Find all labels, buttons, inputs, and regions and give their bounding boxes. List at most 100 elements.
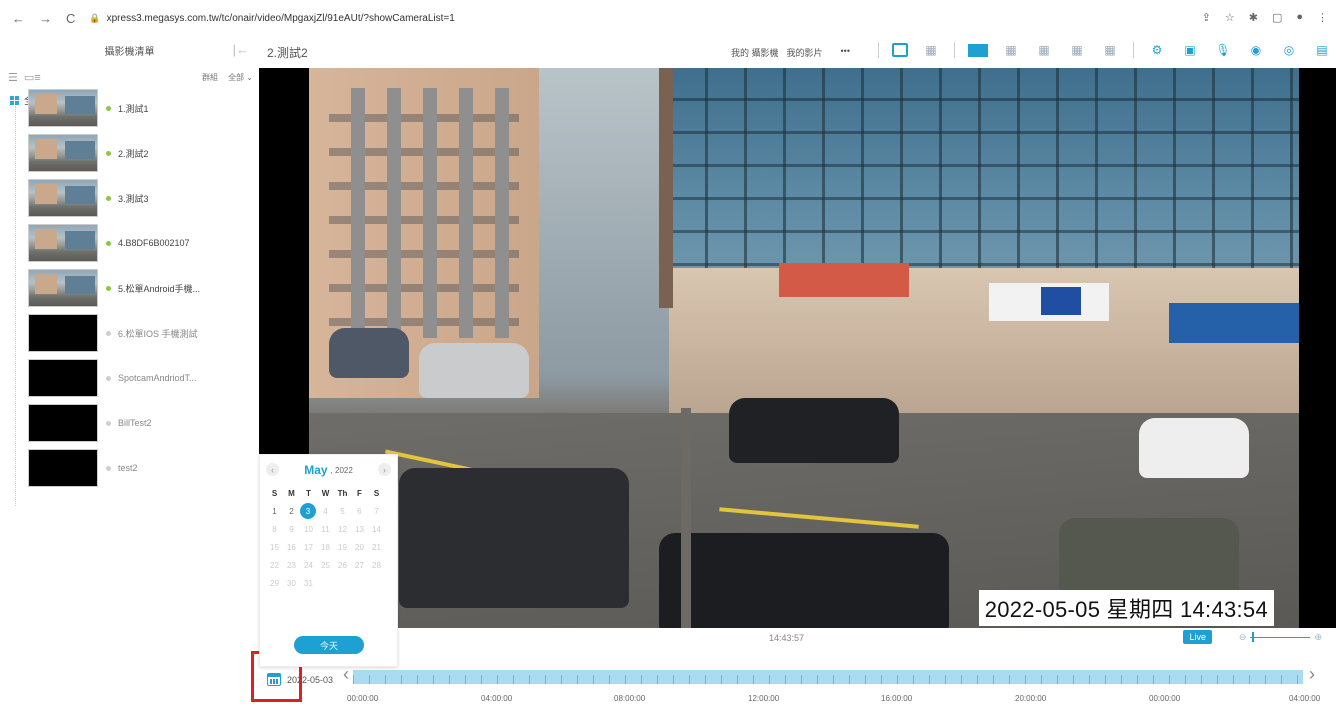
calendar-day[interactable]: 2	[283, 503, 300, 519]
my-cameras-link[interactable]: 我的 攝影機	[731, 46, 779, 59]
bookmark-star-icon[interactable]: ☆	[1225, 11, 1235, 24]
zoom-slider-knob[interactable]	[1252, 632, 1255, 642]
viewer-toolbar: 2.測試2 我的 攝影機 我的影片 ••• ▦ ▦ ▦ ▦ ▦ ⚙ ▣ 🎙 ◉ …	[259, 36, 1336, 68]
date-picker: ‹ May , 2022 › S M T W Th F S 1 2 3 4 5 6 7 8 9 10 11 12 13…	[259, 454, 398, 667]
menu-icon[interactable]: ⋮	[1317, 11, 1328, 24]
layout-2x2-icon[interactable]: ▦	[1001, 42, 1021, 58]
address-bar[interactable]: 🔒 xpress3.megasys.com.tw/tc/onair/video/…	[89, 13, 454, 24]
calendar-day: 6	[357, 506, 362, 516]
reload-icon[interactable]: C	[66, 11, 75, 26]
scene-storefront	[669, 268, 1299, 418]
live-button[interactable]: Live	[1183, 630, 1212, 644]
camera-name: 5.松單Android手機...	[118, 283, 201, 294]
weekday-label: Th	[337, 488, 348, 498]
list-item[interactable]: 3.測試3	[28, 178, 258, 218]
layout-4x3-icon[interactable]: ▦	[1067, 42, 1087, 58]
online-status-dot	[106, 240, 111, 246]
eye-icon[interactable]: ◎	[1279, 42, 1299, 58]
calendar-day: 4	[323, 506, 328, 516]
more-menu[interactable]: •••	[841, 46, 850, 59]
zoom-in-icon[interactable]: ⊕	[1314, 632, 1322, 643]
list-item[interactable]: 1.測試1	[28, 88, 258, 128]
film-icon[interactable]: ▣	[1180, 42, 1200, 58]
filter-dropdown[interactable]: 全部 ⌄	[228, 72, 253, 83]
calendar-day: 22	[270, 560, 279, 570]
settings-gear-icon[interactable]: ⚙	[1147, 42, 1167, 58]
group-button[interactable]: 群組	[202, 72, 218, 83]
timeline-prev-icon[interactable]: ‹	[343, 664, 349, 685]
layout-3x3-icon[interactable]: ▦	[1034, 42, 1054, 58]
profile-icon[interactable]: ●	[1296, 11, 1303, 24]
list-item[interactable]: 4.B8DF6B002107	[28, 223, 258, 263]
prev-month-icon[interactable]: ‹	[266, 463, 279, 476]
calendar-day: 20	[355, 542, 364, 552]
layout-custom-icon[interactable]: ▦	[921, 42, 941, 58]
calendar-day: 11	[321, 524, 330, 534]
scene-pillar	[659, 68, 673, 308]
online-status-dot	[106, 150, 111, 156]
timeline-next-icon[interactable]: ›	[1309, 664, 1315, 685]
snapshot-camera-icon[interactable]: ◉	[1246, 42, 1266, 58]
list-item[interactable]: 2.測試2	[28, 133, 258, 173]
calendar-day: 10	[304, 524, 313, 534]
offline-status-dot	[106, 330, 111, 336]
scene-car	[329, 328, 409, 378]
scene-car	[399, 468, 629, 608]
offline-status-dot	[106, 375, 111, 381]
calendar-day: 31	[304, 578, 313, 588]
calendar-day: 25	[321, 560, 330, 570]
layout-4x4-icon[interactable]: ▦	[1100, 42, 1120, 58]
calendar-day[interactable]: 1	[266, 503, 283, 519]
video-player[interactable]: 2022-05-05 星期四 14:43:54	[259, 68, 1336, 628]
timeline-ticks	[353, 675, 1303, 684]
browser-nav: ← → C	[12, 11, 75, 26]
calendar-day: 24	[304, 560, 313, 570]
list-item[interactable]: test2	[28, 448, 258, 488]
camera-name: 3.測試3	[118, 193, 149, 204]
camera-thumbnail	[28, 404, 98, 442]
calendar-day: 13	[355, 524, 364, 534]
scene-sign	[1169, 303, 1299, 343]
timeline-label: 00:00:00	[347, 694, 379, 703]
share-icon[interactable]: ⇪	[1202, 11, 1211, 24]
calendar-day: 16	[287, 542, 296, 552]
scene-sign	[779, 263, 909, 297]
timeline-zoom[interactable]: ⊖ ⊕	[1239, 632, 1322, 643]
tab-icon[interactable]: ▢	[1272, 11, 1282, 24]
forward-icon[interactable]: →	[39, 11, 52, 26]
weekday-label: S	[271, 488, 278, 498]
camera-name: 6.松單IOS 手機測試	[118, 328, 198, 339]
separator	[878, 42, 879, 58]
timeline: 2022-05-03 ‹ › 00:00:00 04:00:00 08:00:0…	[259, 648, 1336, 707]
zoom-out-icon[interactable]: ⊖	[1239, 632, 1247, 643]
list-item[interactable]: 6.松單IOS 手機測試	[28, 313, 258, 353]
collapse-sidebar-icon[interactable]: |←	[233, 42, 249, 57]
calendar-day: 8	[272, 524, 277, 534]
list-view-icon[interactable]: ☰	[8, 71, 18, 84]
fullscreen-icon[interactable]	[892, 43, 908, 57]
list-item[interactable]: SpotcamAndriodT...	[28, 358, 258, 398]
timeline-label: 20:00:00	[1015, 694, 1047, 703]
year-label[interactable]: , 2022	[331, 466, 353, 475]
sidebar-panel-icon[interactable]: ▤	[1312, 42, 1332, 58]
zoom-slider[interactable]	[1250, 632, 1311, 642]
back-icon[interactable]: ←	[12, 11, 25, 26]
next-month-icon[interactable]: ›	[378, 463, 391, 476]
today-button[interactable]: 今天	[294, 636, 364, 654]
sidebar-header: 攝影機清單 |←	[0, 36, 259, 64]
calendar-day[interactable]: 3	[300, 503, 316, 519]
thumbnail-view-icon[interactable]: ▭≡	[24, 71, 41, 84]
extensions-icon[interactable]: ✱	[1249, 11, 1258, 24]
weekday-label: T	[306, 488, 311, 498]
list-item[interactable]: 5.松單Android手機...	[28, 268, 258, 308]
month-label[interactable]: May	[304, 463, 327, 477]
list-item[interactable]: BillTest2	[28, 403, 258, 443]
microphone-icon[interactable]: 🎙	[1213, 42, 1233, 58]
chevron-down-icon: ⌄	[246, 72, 253, 82]
online-status-dot	[106, 285, 111, 291]
layout-1x1-icon[interactable]	[968, 43, 988, 57]
scene-car	[419, 343, 529, 398]
my-videos-link[interactable]: 我的影片	[787, 46, 823, 59]
video-timestamp: 2022-05-05 星期四 14:43:54	[978, 590, 1274, 626]
url-text: xpress3.megasys.com.tw/tc/onair/video/Mp…	[106, 12, 455, 24]
